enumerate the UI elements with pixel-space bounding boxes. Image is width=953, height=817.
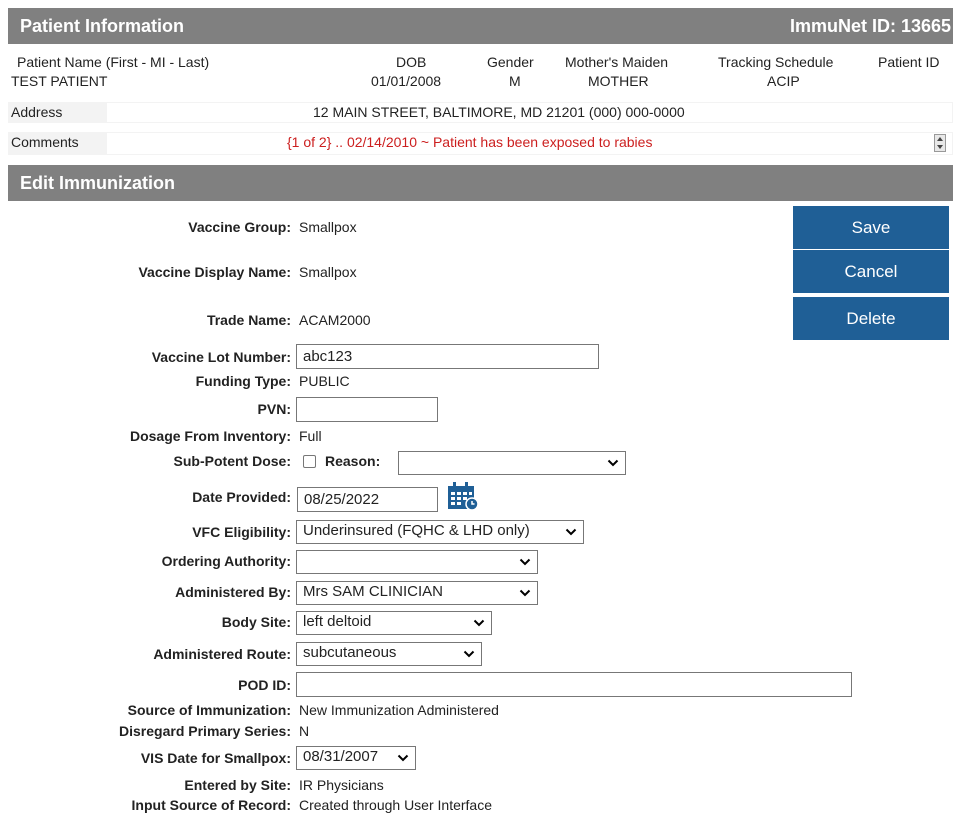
funding-type-value: PUBLIC — [299, 373, 350, 389]
administered-route-value: subcutaneous — [303, 644, 397, 661]
pvn-input[interactable] — [296, 397, 438, 422]
header-patient-id: Patient ID — [878, 54, 940, 70]
vaccine-lot-number-label: Vaccine Lot Number: — [151, 349, 291, 365]
administered-by-label: Administered By: — [175, 584, 291, 600]
gender-value: M — [509, 73, 521, 89]
source-of-immunization-label: Source of Immunization: — [127, 702, 291, 718]
calendar-icon[interactable] — [446, 481, 480, 511]
ordering-authority-label: Ordering Authority: — [161, 553, 291, 569]
vaccine-group-label: Vaccine Group: — [188, 219, 291, 235]
administered-route-select[interactable]: subcutaneous — [296, 642, 482, 666]
address-value: 12 MAIN STREET, BALTIMORE, MD 21201 (000… — [313, 104, 685, 120]
chevron-down-icon — [519, 589, 531, 597]
pvn-label: PVN: — [257, 401, 291, 417]
input-source-value: Created through User Interface — [299, 797, 492, 813]
immunet-id: ImmuNet ID: 13665 — [789, 16, 951, 36]
administered-by-select[interactable]: Mrs SAM CLINICIAN — [296, 581, 538, 605]
trade-name-label: Trade Name: — [206, 312, 291, 328]
mothers-maiden-value: MOTHER — [588, 73, 649, 89]
administered-route-label: Administered Route: — [153, 646, 291, 662]
cancel-button[interactable]: Cancel — [793, 250, 949, 293]
vaccine-display-name-value: Smallpox — [299, 264, 357, 280]
trade-name-value: ACAM2000 — [299, 312, 371, 328]
patient-name-value: TEST PATIENT — [11, 73, 108, 89]
disregard-primary-series-label: Disregard Primary Series: — [119, 723, 291, 739]
comments-label: Comments — [11, 134, 79, 150]
chevron-down-icon — [463, 650, 475, 658]
vaccine-display-name-label: Vaccine Display Name: — [138, 264, 291, 280]
source-of-immunization-value: New Immunization Administered — [299, 702, 499, 718]
vis-date-value: 08/31/2007 — [303, 748, 379, 765]
vis-date-select[interactable]: 08/31/2007 — [296, 746, 416, 770]
input-source-label: Input Source of Record: — [131, 797, 291, 813]
chevron-down-icon — [519, 558, 531, 566]
edit-immunization-header: Edit Immunization — [8, 165, 953, 201]
sub-potent-dose-label: Sub-Potent Dose: — [173, 453, 291, 469]
date-provided-input[interactable] — [297, 487, 438, 512]
pod-id-input[interactable] — [296, 672, 852, 697]
vfc-eligibility-value: Underinsured (FQHC & LHD only) — [303, 522, 530, 539]
reason-label: Reason: — [325, 453, 381, 469]
dosage-from-inventory-label: Dosage From Inventory: — [129, 428, 291, 444]
comment-text: {1 of 2} .. 02/14/2010 ~ Patient has bee… — [287, 134, 653, 150]
body-site-select[interactable]: left deltoid — [296, 611, 492, 635]
header-tracking-schedule: Tracking Schedule — [718, 54, 834, 70]
patient-info-header: Patient Information ImmuNet ID: 13665 — [8, 8, 953, 44]
save-button[interactable]: Save — [793, 206, 949, 249]
body-site-label: Body Site: — [221, 614, 291, 630]
tracking-schedule-value: ACIP — [767, 73, 800, 89]
header-patient-name: Patient Name (First - MI - Last) — [17, 54, 210, 70]
header-gender: Gender — [487, 54, 534, 70]
vaccine-group-value: Smallpox — [299, 219, 357, 235]
entered-by-site-label: Entered by Site: — [184, 777, 291, 793]
header-mothers-maiden: Mother's Maiden — [565, 54, 669, 70]
chevron-down-icon — [607, 459, 619, 467]
chevron-down-icon — [473, 619, 485, 627]
dosage-from-inventory-value: Full — [299, 428, 322, 444]
ordering-authority-select[interactable] — [296, 550, 538, 574]
funding-type-label: Funding Type: — [195, 373, 291, 389]
vis-date-label: VIS Date for Smallpox: — [140, 750, 291, 766]
address-label: Address — [11, 104, 63, 120]
vfc-eligibility-select[interactable]: Underinsured (FQHC & LHD only) — [296, 520, 584, 544]
header-dob: DOB — [396, 54, 427, 70]
administered-by-value: Mrs SAM CLINICIAN — [303, 583, 444, 600]
delete-button[interactable]: Delete — [793, 297, 949, 340]
entered-by-site-value: IR Physicians — [299, 777, 384, 793]
sub-potent-dose-checkbox[interactable] — [303, 455, 316, 468]
disregard-primary-series-value: N — [299, 723, 310, 739]
reason-select[interactable] — [398, 451, 626, 475]
vaccine-lot-number-input[interactable] — [296, 344, 599, 369]
chevron-down-icon — [565, 528, 577, 536]
chevron-down-icon — [397, 754, 409, 762]
edit-immunization-title: Edit Immunization — [20, 173, 175, 193]
vfc-eligibility-label: VFC Eligibility: — [192, 524, 291, 540]
body-site-value: left deltoid — [303, 613, 372, 630]
scroll-spinner-icon[interactable] — [934, 134, 946, 152]
dob-value: 01/01/2008 — [371, 73, 442, 89]
pod-id-label: POD ID: — [238, 677, 291, 693]
date-provided-label: Date Provided: — [192, 489, 291, 505]
patient-info-title: Patient Information — [20, 16, 185, 36]
